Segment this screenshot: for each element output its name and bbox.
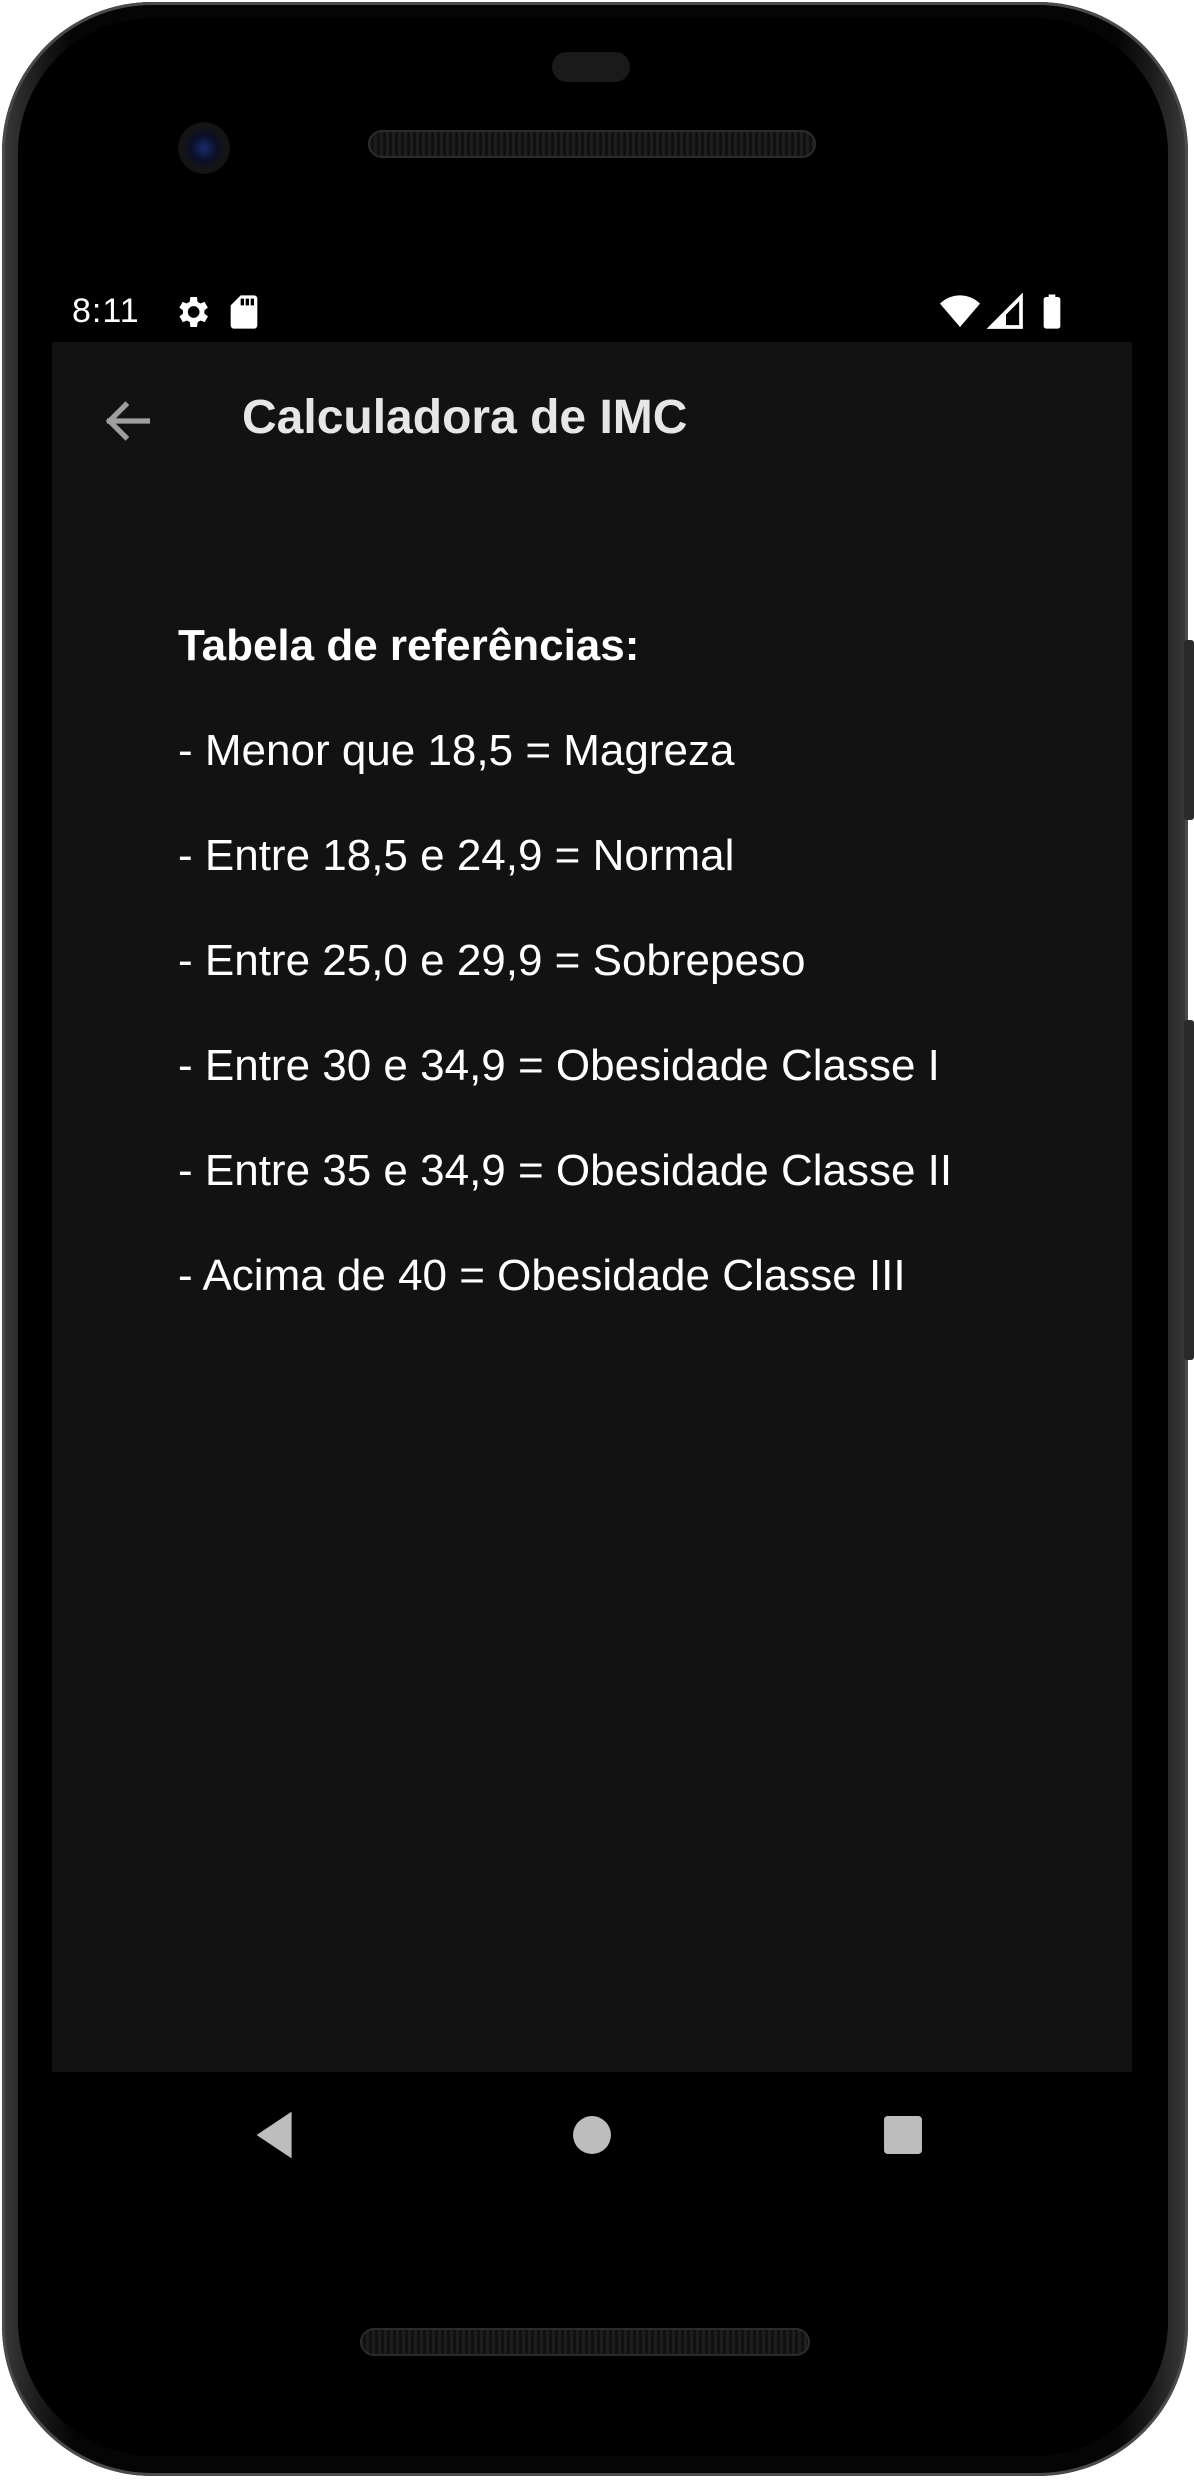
reference-item: - Entre 30 e 34,9 = Obesidade Classe I [178,1041,940,1090]
home-circle-icon [573,2116,611,2154]
settings-gear-icon [172,292,212,332]
status-bar: 8:11 [52,282,1132,342]
reference-item: - Entre 25,0 e 29,9 = Sobrepeso [178,936,806,985]
cell-signal-icon [986,292,1026,332]
page-title: Calculadora de IMC [242,391,688,444]
reference-item: - Entre 35 e 34,9 = Obesidade Classe II [178,1146,953,1195]
power-button [1184,640,1194,820]
proximity-sensor [552,52,630,82]
reference-item: - Acima de 40 = Obesidade Classe III [178,1251,906,1300]
recents-square-icon [884,2116,922,2154]
reference-heading: Tabela de referências: [178,621,640,670]
earpiece-speaker [368,130,816,158]
navigation-bar [52,2072,1132,2202]
nav-back-button[interactable] [242,2100,312,2170]
back-triangle-icon [256,2111,292,2159]
wifi-icon [940,292,980,332]
front-camera [178,122,230,174]
status-time: 8:11 [72,292,140,330]
nav-home-button[interactable] [557,2100,627,2170]
battery-icon [1032,292,1072,332]
bottom-speaker [360,2328,810,2356]
volume-button [1184,1020,1194,1360]
sd-card-icon [224,292,264,332]
app-screen: Calculadora de IMC Tabela de referências… [52,342,1132,2072]
reference-item: - Menor que 18,5 = Magreza [178,726,735,775]
nav-recents-button[interactable] [868,2100,938,2170]
phone-device: 8:11 Calculadora de IMC Tabela de referê… [0,0,1194,2480]
back-button[interactable] [92,386,162,456]
arrow-back-icon [105,401,151,441]
reference-table: Tabela de referências: - Menor que 18,5 … [178,618,1118,1353]
app-bar: Calculadora de IMC [52,342,1132,496]
reference-item: - Entre 18,5 e 24,9 = Normal [178,831,735,880]
